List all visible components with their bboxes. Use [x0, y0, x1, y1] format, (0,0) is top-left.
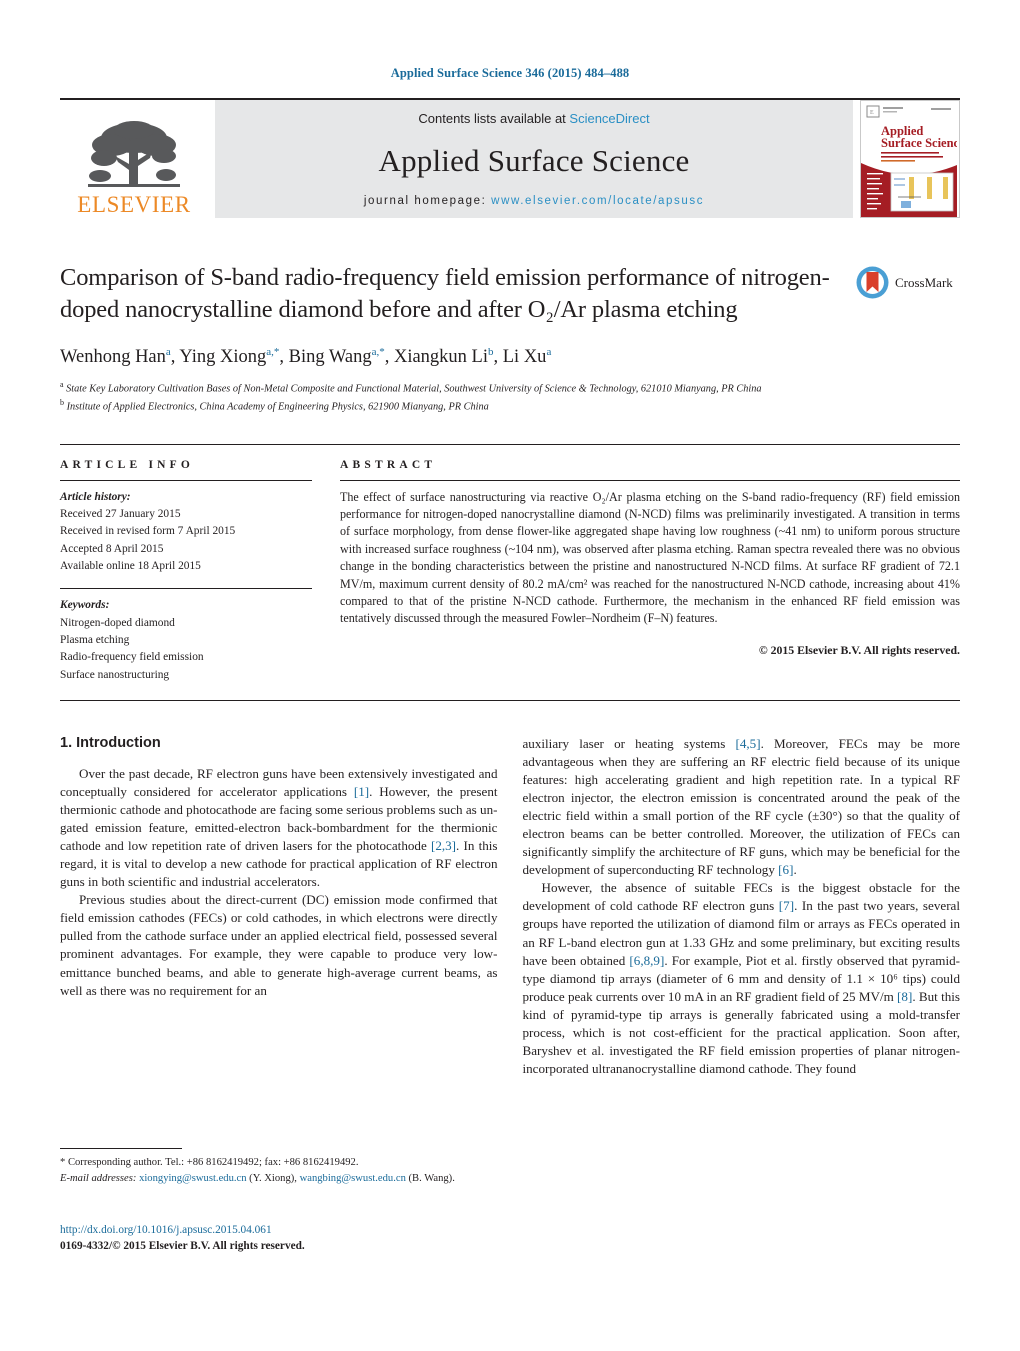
issn-copyright-line: 0169-4332/© 2015 Elsevier B.V. All right… — [60, 1240, 305, 1253]
cover-artwork: E Applied Surface Science — [861, 101, 959, 217]
article-info-heading: ARTICLE INFO — [60, 458, 195, 471]
homepage-url[interactable]: www.elsevier.com/locate/apsusc — [491, 195, 704, 207]
doi-link[interactable]: http://dx.doi.org/10.1016/j.apsusc.2015.… — [60, 1224, 272, 1236]
author-mark-3: b — [488, 345, 494, 358]
abstract-column: ABSTRACT The effect of surface nanostruc… — [340, 459, 960, 684]
elsevier-logo: ELSEVIER — [60, 100, 208, 218]
doi-block: http://dx.doi.org/10.1016/j.apsusc.2015.… — [60, 1222, 500, 1255]
info-abstract-section: ARTICLE INFO Article history: Received 2… — [60, 443, 960, 684]
homepage-prefix: journal homepage: — [363, 195, 492, 207]
sciencedirect-link[interactable]: ScienceDirect — [569, 111, 649, 126]
paragraph-intro-2: Previous studies about the direct-curren… — [60, 892, 498, 998]
running-head: Applied Surface Science 346 (2015) 484–4… — [390, 66, 630, 80]
svg-text:Surface Science: Surface Science — [881, 136, 957, 150]
author-name-2: Bing Wang — [288, 346, 372, 367]
author-mark-0: a — [165, 345, 171, 358]
info-divider-mid — [60, 588, 312, 590]
affiliation-text-b: Institute of Applied Electronics, China … — [66, 401, 489, 413]
author-list: Wenhong Hana, Ying Xionga,*, Bing Wanga,… — [60, 345, 552, 367]
contents-available-line: Contents lists available at ScienceDirec… — [418, 111, 649, 126]
svg-text:E: E — [870, 110, 874, 116]
citation-link[interactable]: [1] — [354, 784, 369, 799]
abstract-text: The effect of surface nanostructuring vi… — [340, 489, 960, 626]
email-link-1[interactable]: xiongying@swust.edu.cn — [139, 1173, 246, 1184]
citation-link[interactable]: [8] — [897, 989, 912, 1004]
affiliation-list: a State Key Laboratory Cultivation Bases… — [60, 379, 960, 416]
body-columns: 1. Introduction Over the past decade, RF… — [60, 735, 960, 1078]
history-item-2: Accepted 8 April 2015 — [60, 542, 164, 555]
info-divider-top — [60, 479, 312, 481]
crossmark-icon — [856, 266, 889, 299]
abstract-copyright: © 2015 Elsevier B.V. All rights reserved… — [758, 642, 960, 657]
journal-masthead: ELSEVIER Contents lists available at Sci… — [60, 98, 960, 218]
paragraph-intro-4: However, the absence of suitable FECs is… — [522, 880, 961, 1076]
crossmark-badge[interactable]: CrossMark — [856, 262, 960, 299]
email-link-2[interactable]: wangbing@swust.edu.cn — [300, 1173, 406, 1184]
journal-band: Contents lists available at ScienceDirec… — [215, 100, 853, 218]
citation-link[interactable]: [2,3] — [431, 838, 456, 853]
history-item-1: Received in revised form 7 April 2015 — [60, 525, 236, 538]
section-divider — [60, 699, 960, 701]
author-name-0: Wenhong Han — [60, 346, 166, 367]
affiliation-mark-a: a — [60, 379, 64, 389]
footnote-rule — [60, 1148, 182, 1149]
author-name-4: Li Xu — [502, 346, 547, 367]
citation-link[interactable]: [6] — [778, 862, 793, 877]
affiliation-a: a State Key Laboratory Cultivation Bases… — [60, 379, 960, 397]
history-item-0: Received 27 January 2015 — [60, 507, 181, 520]
paragraph-intro-3: auxiliary laser or heating systems [4,5]… — [522, 735, 961, 878]
author-name-1: Ying Xiong — [179, 346, 267, 367]
citation-link[interactable]: [4,5] — [736, 736, 761, 751]
affiliation-mark-b: b — [60, 398, 64, 408]
journal-title: Applied Surface Science — [378, 142, 690, 178]
email-owner-1: (Y. Xiong), — [249, 1172, 297, 1184]
author-mark-1: a,* — [266, 345, 280, 358]
email-owner-2: (B. Wang). — [408, 1172, 455, 1184]
article-history-label: Article history: — [60, 490, 131, 503]
abstract-heading: ABSTRACT — [340, 458, 437, 471]
history-item-3: Available online 18 April 2015 — [60, 559, 201, 572]
email-note: E-mail addresses: xiongying@swust.edu.cn… — [60, 1171, 500, 1187]
citation-link[interactable]: [6,8,9] — [629, 953, 664, 968]
paragraph-intro-1: Over the past decade, RF electron guns h… — [60, 765, 498, 890]
article-info-column: ARTICLE INFO Article history: Received 2… — [60, 459, 312, 684]
keyword-2: Radio-frequency field emission — [60, 651, 204, 664]
corresponding-author-note: * Corresponding author. Tel.: +86 816241… — [60, 1157, 359, 1168]
journal-cover-thumbnail[interactable]: E Applied Surface Science — [860, 100, 960, 218]
keyword-3: Surface nanostructuring — [60, 668, 170, 681]
elsevier-tree-icon — [88, 121, 180, 187]
title-section: Comparison of S-band radio-frequency fie… — [60, 262, 960, 326]
author-mark-2: a,* — [371, 345, 385, 358]
crossmark-label: CrossMark — [895, 274, 953, 290]
paper-page: Applied Surface Science 346 (2015) 484–4… — [0, 0, 1020, 1351]
section-heading-introduction: 1. Introduction — [60, 734, 161, 751]
author-name-3: Xiangkun Li — [393, 346, 488, 367]
email-label: E-mail addresses: — [60, 1172, 137, 1184]
abstract-divider — [340, 479, 960, 481]
body-column-right: auxiliary laser or heating systems [4,5]… — [523, 735, 961, 1078]
body-column-left: 1. Introduction Over the past decade, RF… — [60, 735, 498, 1078]
affiliation-b: b Institute of Applied Electronics, Chin… — [60, 397, 960, 415]
keyword-0: Nitrogen-doped diamond — [60, 616, 175, 629]
contents-prefix: Contents lists available at — [418, 111, 570, 126]
author-mark-4: a — [546, 345, 552, 358]
keyword-1: Plasma etching — [60, 633, 130, 646]
footnote-block: * Corresponding author. Tel.: +86 816241… — [60, 1148, 500, 1187]
affiliation-text-a: State Key Laboratory Cultivation Bases o… — [66, 383, 762, 395]
page-title: Comparison of S-band radio-frequency fie… — [60, 264, 830, 323]
citation-link[interactable]: [7] — [779, 898, 794, 913]
keywords-label: Keywords: — [60, 599, 110, 612]
title-column: Comparison of S-band radio-frequency fie… — [60, 262, 856, 326]
article-history-block: Article history: Received 27 January 201… — [60, 489, 312, 576]
elsevier-wordmark: ELSEVIER — [77, 192, 191, 217]
journal-homepage-line: journal homepage: www.elsevier.com/locat… — [364, 195, 704, 207]
keywords-block: Keywords: Nitrogen-doped diamond Plasma … — [60, 597, 312, 684]
